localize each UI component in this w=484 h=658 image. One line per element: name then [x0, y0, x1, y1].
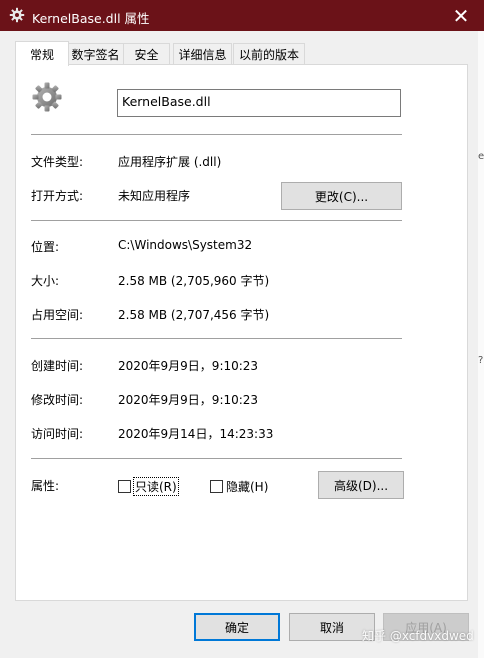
background-window-edge: e ? — [478, 31, 484, 658]
location-label: 位置: — [31, 240, 60, 254]
hidden-checkbox-box[interactable] — [210, 480, 223, 493]
opens-with-value: 未知应用程序 — [118, 189, 191, 203]
modified-value: 2020年9月9日，9:10:23 — [118, 393, 259, 407]
divider — [31, 458, 402, 459]
divider — [31, 134, 402, 135]
general-panel: KernelBase.dll 文件类型: 应用程序扩展 (.dll) 打开方式:… — [15, 64, 468, 601]
hidden-checkbox[interactable]: 隐藏(H) — [210, 478, 268, 495]
modified-label: 修改时间: — [31, 393, 84, 407]
size-on-disk-label: 占用空间: — [31, 308, 84, 322]
opens-with-label: 打开方式: — [31, 189, 84, 203]
readonly-checkbox[interactable]: 只读(R) — [118, 477, 179, 496]
attributes-label: 属性: — [31, 479, 60, 493]
close-button[interactable]: ✕ — [438, 0, 484, 31]
divider — [31, 220, 402, 221]
tab-general[interactable]: 常规 — [15, 41, 69, 66]
tab-details[interactable]: 详细信息 — [173, 43, 232, 64]
watermark: 知乎 @xcfdvxdwed — [362, 629, 474, 643]
change-button[interactable]: 更改(C)... — [281, 182, 402, 210]
size-label: 大小: — [31, 274, 60, 288]
location-value: C:\Windows\System32 — [118, 238, 253, 252]
accessed-value: 2020年9月14日，14:23:33 — [118, 427, 274, 441]
title-bar: KernelBase.dll 属性 ✕ — [0, 0, 484, 31]
ok-button[interactable]: 确定 — [194, 613, 280, 641]
created-value: 2020年9月9日，9:10:23 — [118, 359, 259, 373]
readonly-checkbox-box[interactable] — [118, 480, 131, 493]
hidden-checkbox-label: 隐藏(H) — [226, 480, 269, 494]
size-on-disk-value: 2.58 MB (2,707,456 字节) — [118, 308, 270, 322]
size-value: 2.58 MB (2,705,960 字节) — [118, 274, 270, 288]
edge-fragment: ? — [478, 355, 484, 366]
gear-file-icon — [32, 82, 62, 112]
close-icon: ✕ — [452, 3, 470, 28]
tab-digital-signatures[interactable]: 数字签名 — [66, 43, 125, 64]
file-type-value: 应用程序扩展 (.dll) — [118, 155, 222, 169]
window-title: KernelBase.dll 属性 — [32, 11, 150, 26]
file-type-label: 文件类型: — [31, 155, 84, 169]
file-name-field[interactable]: KernelBase.dll — [117, 89, 401, 117]
created-label: 创建时间: — [31, 359, 84, 373]
readonly-checkbox-label: 只读(R) — [133, 477, 179, 496]
accessed-label: 访问时间: — [31, 427, 84, 441]
divider — [31, 338, 402, 339]
gear-icon — [9, 7, 25, 23]
tab-previous-versions[interactable]: 以前的版本 — [233, 43, 305, 64]
advanced-button[interactable]: 高级(D)... — [318, 471, 404, 499]
edge-fragment: e — [478, 151, 484, 162]
tab-security[interactable]: 安全 — [123, 43, 170, 64]
